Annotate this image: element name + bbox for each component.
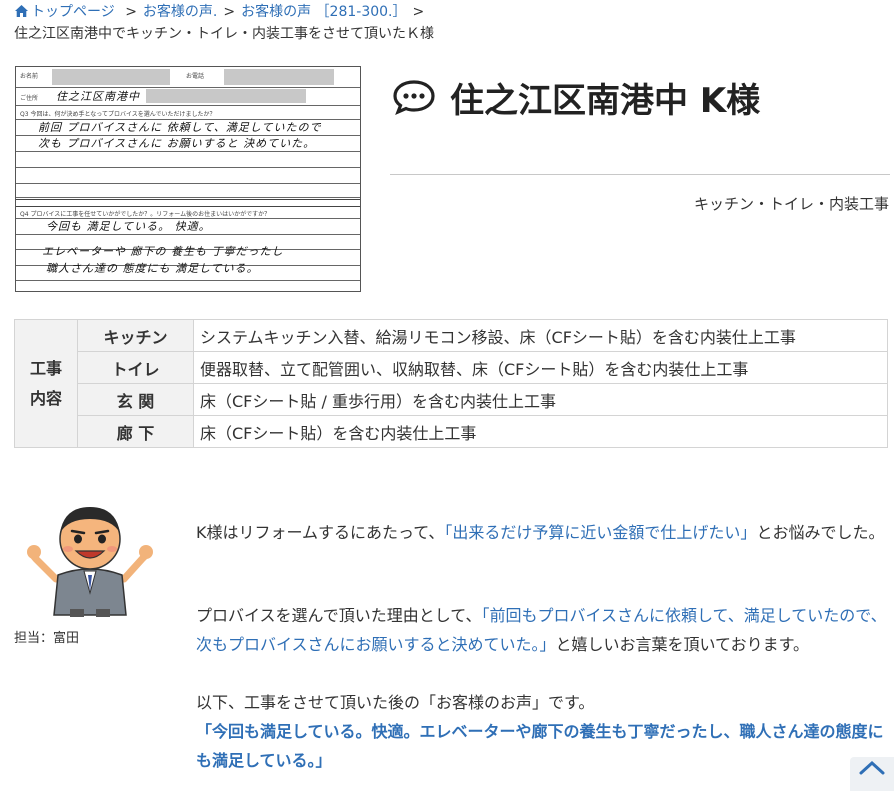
work-category-label: 工事内容 [29, 358, 62, 408]
survey-q4: Q4 プロバイスに工事を任せていかがでしたか？。リフォーム後のお住まいはいかがで… [20, 211, 271, 218]
table-row: トイレ 便器取替、立て配管囲い、収納取替、床（CFシート貼）を含む内装仕上工事 [15, 351, 888, 384]
breadcrumb-home-link[interactable]: トップページ [14, 4, 119, 20]
work-content-table: 工事内容 キッチン システムキッチン入替、給湯リモコン移設、床（CFシート貼）を… [14, 319, 888, 448]
intro-text-end: とお悩みでした。 [756, 523, 885, 542]
survey-address-value: 住之江区南港中 [56, 90, 140, 103]
work-area-cell: キッチン [77, 319, 194, 352]
redacted-address [146, 89, 306, 103]
scroll-to-top-button[interactable] [850, 757, 894, 791]
breadcrumb: トップページ > お客様の声. > お客様の声 ［281-300.］ > [14, 2, 430, 22]
table-row: 工事内容 キッチン システムキッチン入替、給湯リモコン移設、床（CFシート貼）を… [14, 319, 888, 448]
breadcrumb-voices-link[interactable]: お客様の声. [143, 4, 217, 20]
work-category-header: 工事内容 [14, 319, 78, 448]
work-area-cell: 廊 下 [77, 415, 194, 448]
page-title: 住之江区南港中 K様 [392, 72, 760, 122]
reason-paragraph: プロバイスを選んで頂いた理由として、「前回もプロバイスさんに依頼して、満足してい… [196, 601, 890, 659]
intro-highlight: 「出来るだけ予算に近い金額で仕上げたい」 [444, 523, 757, 542]
staff-name-label: 担当：富田 [14, 631, 80, 646]
redacted-name [52, 69, 170, 85]
survey-q4-answer-line-3: 職人さん達の 態度にも 満足している。 [46, 262, 259, 275]
survey-q3-answer-line-2: 次も プロバイスさんに お願いすると 決めていた。 [38, 137, 316, 150]
breadcrumb-current-page: 住之江区南港中でキッチン・トイレ・内装工事をさせて頂いたＫ様 [14, 26, 434, 42]
page-title-text: 住之江区南港中 K様 [450, 80, 761, 121]
survey-address-label: ご住所 [20, 95, 39, 102]
table-row: 廊 下 床（CFシート貼）を含む内装仕上工事 [15, 415, 888, 448]
survey-q3-answer-line-1: 前回 プロバイスさんに 依頼して、満足していたので [38, 121, 322, 134]
voice-intro-text: 以下、工事をさせて頂いた後の「お客様のお声」です。 [196, 693, 595, 712]
survey-q4-answer-line-1: 今回も 満足している。 快適。 [46, 220, 211, 233]
work-desc-cell: 床（CFシート貼 / 重歩行用）を含む内装仕上工事 [193, 383, 888, 416]
redacted-phone [224, 69, 334, 85]
intro-paragraph: K様はリフォームするにあたって、「出来るだけ予算に近い金額で仕上げたい」とお悩み… [196, 518, 890, 547]
title-divider [390, 174, 890, 175]
breadcrumb-home-label: トップページ [31, 4, 115, 20]
breadcrumb-separator: > [223, 4, 236, 20]
survey-phone-label: お電話 [186, 73, 205, 80]
work-desc-cell: 床（CFシート貼）を含む内装仕上工事 [193, 415, 888, 448]
breadcrumb-separator: > [125, 4, 137, 20]
voice-paragraph: 以下、工事をさせて頂いた後の「お客様のお声」です。 「今回も満足している。快適。… [196, 688, 890, 775]
voice-highlight: 「今回も満足している。快適。エレベーターや廊下の養生も丁寧だったし、職人さん達の… [196, 722, 884, 770]
survey-name-label: お名前 [20, 73, 39, 80]
staff-illustration [26, 497, 154, 619]
reason-text: プロバイスを選んで頂いた理由として、 [196, 606, 482, 625]
survey-sheet-image: お名前 お電話 ご住所 住之江区南港中 Q3 今回は、何が決め手となってプロバイ… [15, 66, 361, 292]
table-row: 玄 関 床（CFシート貼 / 重歩行用）を含む内装仕上工事 [15, 383, 888, 416]
chat-bubble-icon [392, 79, 436, 115]
work-desc-cell: システムキッチン入替、給湯リモコン移設、床（CFシート貼）を含む内装仕上工事 [193, 319, 888, 352]
survey-q4-answer-line-2: エレベーターや 廊下の 養生も 丁寧だったし [42, 245, 284, 258]
home-icon [15, 5, 28, 17]
work-area-cell: 玄 関 [77, 383, 194, 416]
breadcrumb-separator: > [412, 4, 425, 20]
work-type-label: キッチン・トイレ・内装工事 [693, 195, 889, 213]
reason-text-end: と嬉しいお言葉を頂いております。 [555, 635, 809, 654]
survey-q3: Q3 今回は、何が決め手となってプロバイスを選んでいただけましたか？ [20, 111, 216, 118]
intro-text: K様はリフォームするにあたって、 [196, 523, 445, 542]
work-desc-cell: 便器取替、立て配管囲い、収納取替、床（CFシート貼）を含む内装仕上工事 [193, 351, 888, 384]
work-area-cell: トイレ [77, 351, 194, 384]
chevron-up-icon [859, 760, 885, 775]
breadcrumb-voices-range-link[interactable]: お客様の声 ［281-300.］ [241, 4, 406, 20]
